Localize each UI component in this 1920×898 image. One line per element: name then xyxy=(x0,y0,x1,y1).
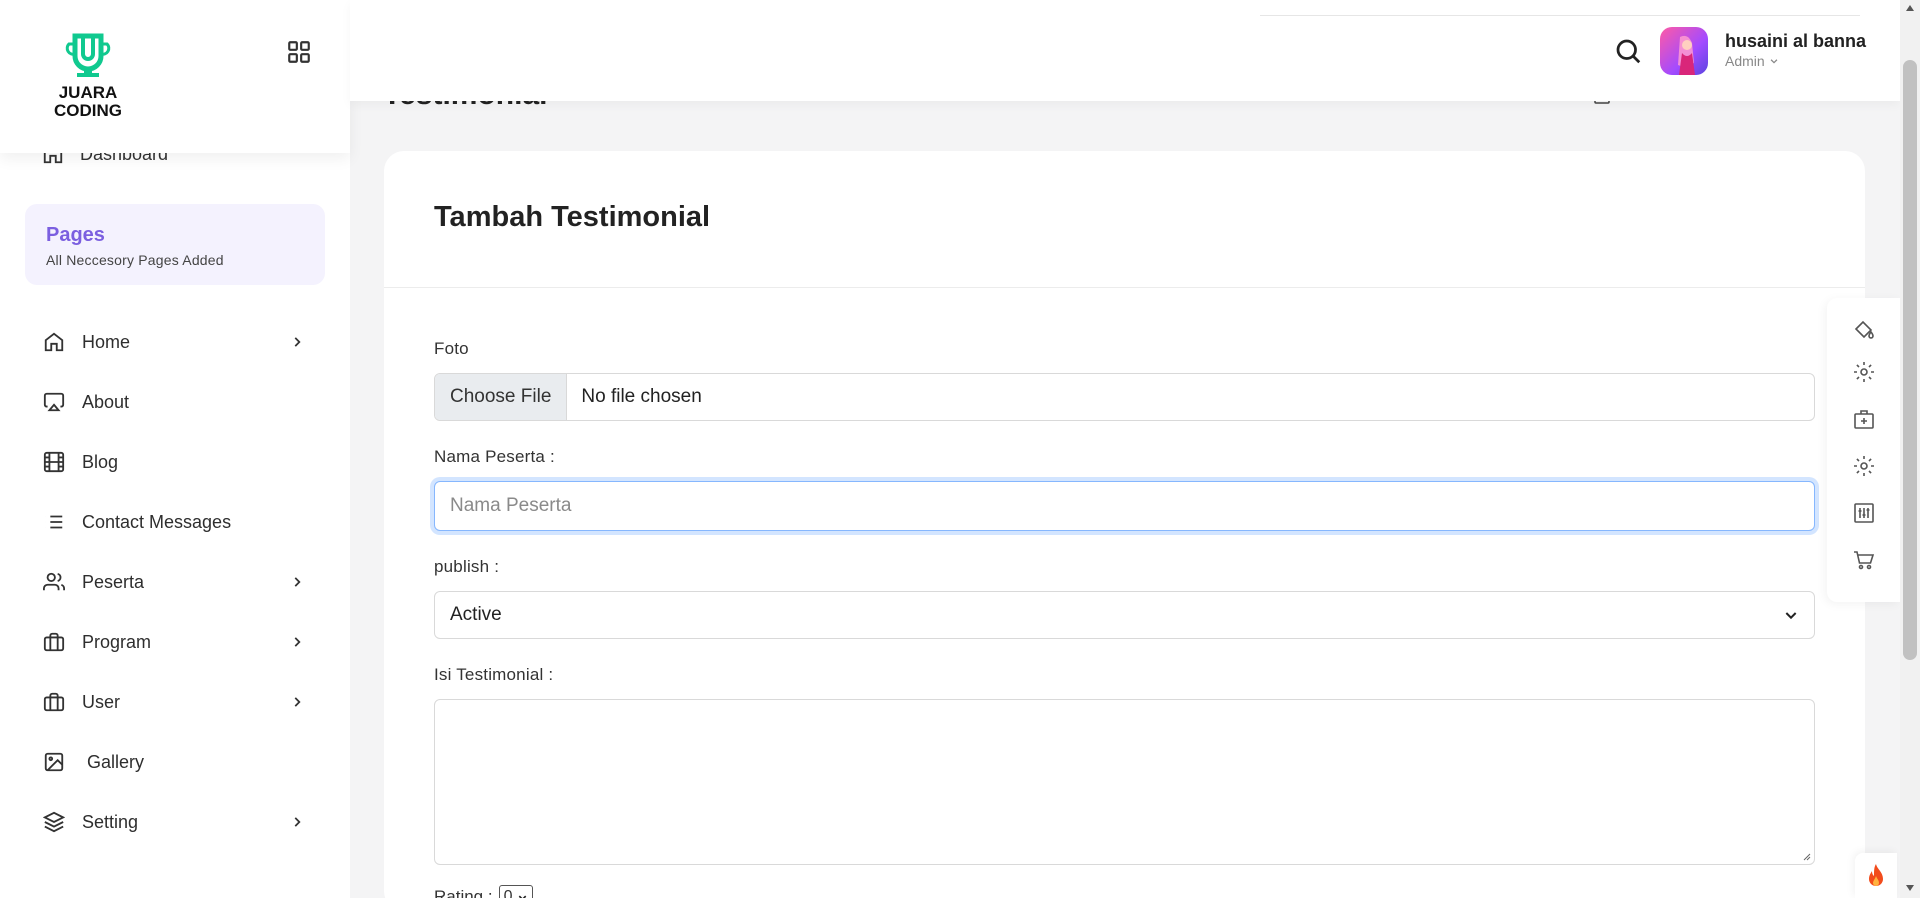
scroll-up-arrow-icon[interactable] xyxy=(1905,4,1915,12)
fire-button[interactable] xyxy=(1855,853,1897,898)
sidebar-item-home[interactable]: Home xyxy=(42,312,312,372)
nama-peserta-label: Nama Peserta : xyxy=(434,447,555,466)
grid-menu-icon[interactable] xyxy=(286,39,312,65)
user-name[interactable]: husaini al banna xyxy=(1725,31,1866,52)
sidebar-item-label: About xyxy=(82,391,130,412)
publish-select[interactable]: Active xyxy=(434,591,1815,639)
page-scrollbar[interactable] xyxy=(1900,0,1920,898)
sidebar-item-setting[interactable]: Setting xyxy=(42,792,312,852)
sidebar-item-peserta[interactable]: Peserta xyxy=(42,552,312,612)
film-icon xyxy=(43,451,65,473)
sidebar: JUARA CODING Dashboard Pages All Necceso… xyxy=(0,0,350,898)
form-card: Tambah Testimonial Foto Choose File No f… xyxy=(384,151,1865,898)
sidebar-item-about[interactable]: About xyxy=(42,372,312,432)
user-role-label: Admin xyxy=(1725,53,1765,69)
foto-label: Foto xyxy=(434,339,469,358)
card-header: Tambah Testimonial xyxy=(384,151,1865,288)
brand-header: JUARA CODING xyxy=(0,0,350,153)
sidebar-item-label: Home xyxy=(82,331,131,352)
nama-peserta-input[interactable] xyxy=(434,481,1815,531)
sidebar-item-label: Setting xyxy=(82,811,139,832)
medical-case-icon[interactable] xyxy=(1852,407,1876,431)
rating-select[interactable]: 0 xyxy=(498,885,533,898)
gear-icon[interactable] xyxy=(1852,360,1876,384)
user-role-dropdown[interactable]: Admin xyxy=(1725,53,1779,69)
rating-label: Rating : xyxy=(434,887,493,898)
scroll-thumb[interactable] xyxy=(1903,60,1917,660)
gear-icon[interactable] xyxy=(1852,454,1876,478)
sidebar-item-label: User xyxy=(82,691,121,712)
rating-selected-value: 0 xyxy=(503,888,513,898)
fire-icon xyxy=(1869,863,1883,886)
users-icon xyxy=(43,572,65,591)
isi-testimonial-textarea[interactable] xyxy=(434,699,1815,865)
chevron-down-icon xyxy=(1785,612,1797,620)
floating-settings-bar xyxy=(1827,298,1900,602)
sidebar-item-label: Program xyxy=(82,631,152,652)
list-icon xyxy=(45,515,63,529)
choose-file-button[interactable]: Choose File xyxy=(435,374,568,420)
chevron-right-icon xyxy=(294,697,301,707)
sidebar-item-contact-messages[interactable]: Contact Messages xyxy=(42,492,312,552)
sidebar-nav: Home About Blog Contact Messages Peserta… xyxy=(42,312,312,852)
sidebar-item-user[interactable]: User xyxy=(42,672,312,732)
search-icon[interactable] xyxy=(1613,36,1643,66)
svg-text:JUARA: JUARA xyxy=(59,83,118,102)
sidebar-item-label: Contact Messages xyxy=(82,511,232,532)
avatar[interactable] xyxy=(1660,27,1708,75)
chevron-right-icon xyxy=(294,817,301,827)
sidebar-item-label: Peserta xyxy=(82,571,145,592)
juara-coding-logo[interactable]: JUARA CODING xyxy=(42,32,134,120)
pages-section-header: Pages All Neccesory Pages Added xyxy=(25,204,325,285)
sidebar-item-label: Blog xyxy=(82,451,119,472)
foto-file-input[interactable]: Choose File No file chosen xyxy=(434,373,1815,421)
isi-testimonial-label: Isi Testimonial : xyxy=(434,665,554,684)
publish-selected-value: Active xyxy=(450,604,502,625)
pages-title: Pages xyxy=(46,224,105,246)
sidebar-item-program[interactable]: Program xyxy=(42,612,312,672)
resize-grip-icon[interactable] xyxy=(1801,851,1811,861)
rating-row: Rating : 0 xyxy=(434,885,1815,898)
svg-text:CODING: CODING xyxy=(54,101,122,120)
file-status: No file chosen xyxy=(581,386,702,407)
briefcase-icon xyxy=(43,692,65,712)
chevron-right-icon xyxy=(294,637,301,647)
testimonial-form: Foto Choose File No file chosen Nama Pes… xyxy=(434,339,1815,898)
sidebar-item-label: Gallery xyxy=(87,751,145,772)
sidebar-item-blog[interactable]: Blog xyxy=(42,432,312,492)
image-icon xyxy=(44,752,64,772)
scroll-down-arrow-icon[interactable] xyxy=(1905,884,1915,892)
airplay-icon xyxy=(43,392,65,412)
chevron-down-icon xyxy=(1770,59,1778,64)
chevron-right-icon xyxy=(294,577,301,587)
card-title: Tambah Testimonial xyxy=(434,201,711,233)
briefcase-icon xyxy=(43,632,65,652)
chevron-down-icon xyxy=(518,895,526,898)
publish-label: publish : xyxy=(434,557,500,576)
pages-subtitle: All Neccesory Pages Added xyxy=(46,252,224,268)
chevron-right-icon xyxy=(294,337,301,347)
sliders-icon[interactable] xyxy=(1852,501,1876,525)
cart-icon[interactable] xyxy=(1852,548,1876,572)
top-header: husaini al banna Admin xyxy=(350,0,1900,101)
paint-bucket-icon[interactable] xyxy=(1852,318,1876,342)
home-icon xyxy=(44,332,64,352)
header-divider xyxy=(1260,15,1860,16)
layers-icon xyxy=(43,811,65,833)
sidebar-item-gallery[interactable]: Gallery xyxy=(42,732,312,792)
